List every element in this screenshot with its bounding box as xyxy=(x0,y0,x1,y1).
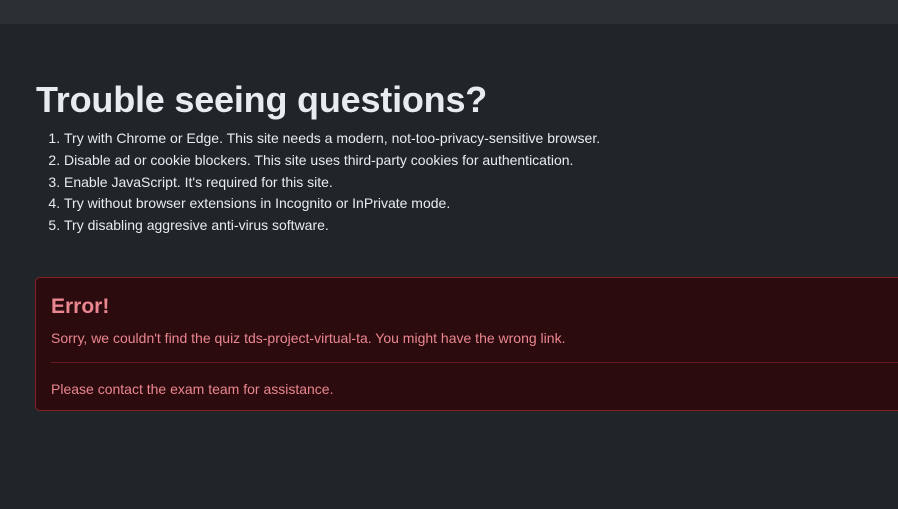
alert-divider xyxy=(51,362,898,363)
list-item: Try with Chrome or Edge. This site needs… xyxy=(64,128,876,150)
list-item: Disable ad or cookie blockers. This site… xyxy=(64,150,876,172)
list-item: Enable JavaScript. It's required for thi… xyxy=(64,172,876,194)
contact-message: Please contact the exam team for assista… xyxy=(51,381,334,397)
troubleshooting-section: Trouble seeing questions? Try with Chrom… xyxy=(36,78,876,237)
list-item: Try disabling aggresive anti-virus softw… xyxy=(64,215,876,237)
error-alert: Error! Sorry, we couldn't find the quiz … xyxy=(35,277,898,411)
error-heading: Error! xyxy=(51,295,110,318)
list-item: Try without browser extensions in Incogn… xyxy=(64,193,876,215)
troubleshooting-title: Trouble seeing questions? xyxy=(36,79,488,120)
troubleshooting-list: Try with Chrome or Edge. This site needs… xyxy=(36,128,876,237)
top-navbar xyxy=(0,0,898,24)
error-message: Sorry, we couldn't find the quiz tds-pro… xyxy=(51,330,566,346)
